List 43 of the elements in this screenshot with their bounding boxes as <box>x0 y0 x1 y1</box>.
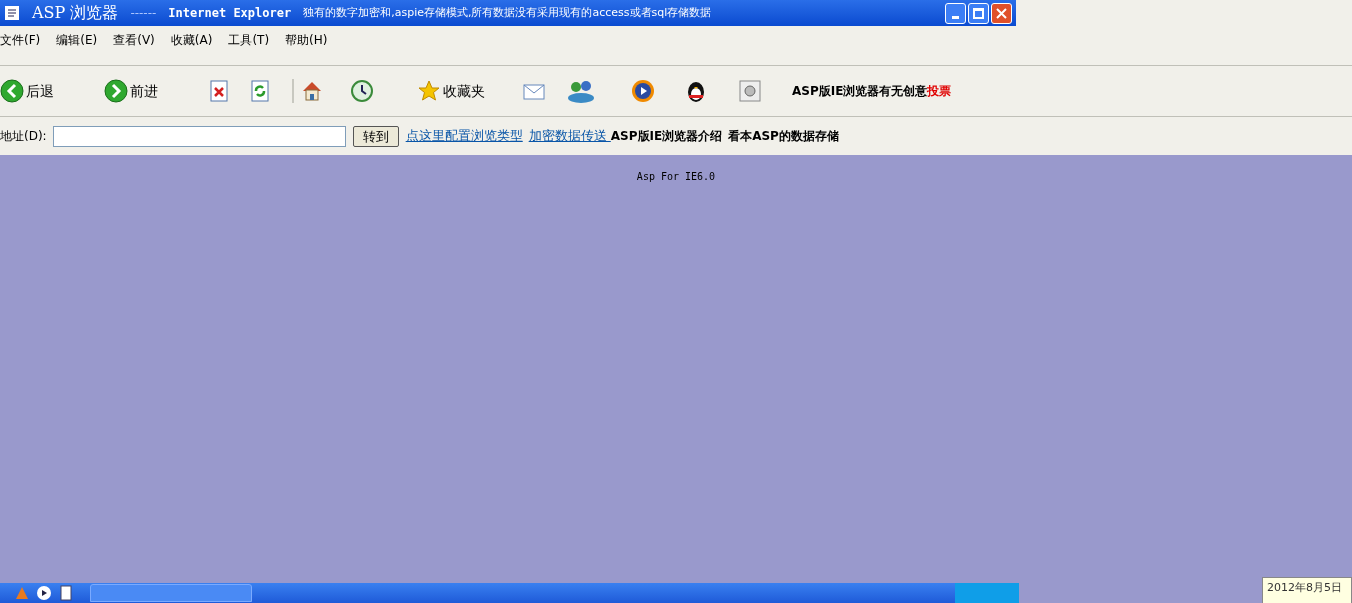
refresh-icon <box>248 79 272 103</box>
browser-icon <box>4 5 20 21</box>
star-icon <box>417 79 441 103</box>
poll-link[interactable]: 投票 <box>927 82 952 100</box>
menu-item[interactable]: 工具(T) <box>228 31 270 49</box>
content-text: Asp For IE6.0 <box>636 170 716 184</box>
square-icon <box>738 79 762 103</box>
close-button[interactable] <box>991 2 1012 24</box>
window-title: ASP 浏览器 <box>32 2 119 24</box>
clock-icon <box>350 79 374 103</box>
nav-link[interactable]: 加密数据传送 <box>528 126 611 146</box>
app-name: Internet Explorer <box>168 5 292 22</box>
go-button[interactable]: 转到 <box>352 125 399 147</box>
minimize-icon <box>952 15 959 19</box>
toolbar-button[interactable]: 前进 <box>104 79 158 103</box>
title-separator: ------ <box>130 5 157 22</box>
menu-item[interactable]: 收藏(A) <box>170 31 213 49</box>
play-icon <box>631 79 655 103</box>
poll-text: ASP版IE浏览器有无创意 <box>792 83 928 100</box>
maximize-button[interactable] <box>968 2 989 24</box>
bold-text: ASP版IE浏览器介绍 <box>610 128 723 145</box>
toolbar-button[interactable] <box>350 79 374 103</box>
menu-item[interactable]: 编辑(E) <box>56 31 98 49</box>
address-label: 地址(D): <box>0 128 47 145</box>
menu-item[interactable]: 帮助(H) <box>285 31 328 49</box>
system-tray <box>955 583 1019 603</box>
title-subtitle: 独有的数字加密和,aspie存储模式,所有数据没有采用现有的access或者sql存储数据 <box>303 4 712 21</box>
close-icon <box>996 7 1007 19</box>
people-icon <box>566 79 596 103</box>
menu-item[interactable]: 文件(F) <box>0 31 41 49</box>
address-field[interactable] <box>52 125 346 147</box>
media-icon[interactable] <box>36 585 52 601</box>
toolbar-button[interactable]: 收藏夹 <box>417 79 485 103</box>
bold-text: 看本ASP的数据存储 <box>728 128 839 145</box>
date-tooltip: 2012年8月5日 <box>1262 577 1352 603</box>
toolbar-button[interactable] <box>631 79 655 103</box>
toolbar-button[interactable]: 后退 <box>0 79 54 103</box>
maximize-icon <box>973 7 984 19</box>
nav-link[interactable]: 点这里配置浏览类型 <box>405 126 523 146</box>
document-x-icon <box>207 79 231 103</box>
minimize-button[interactable] <box>945 2 966 24</box>
document-icon[interactable] <box>58 585 74 601</box>
menu-item[interactable]: 查看(V) <box>113 31 155 49</box>
